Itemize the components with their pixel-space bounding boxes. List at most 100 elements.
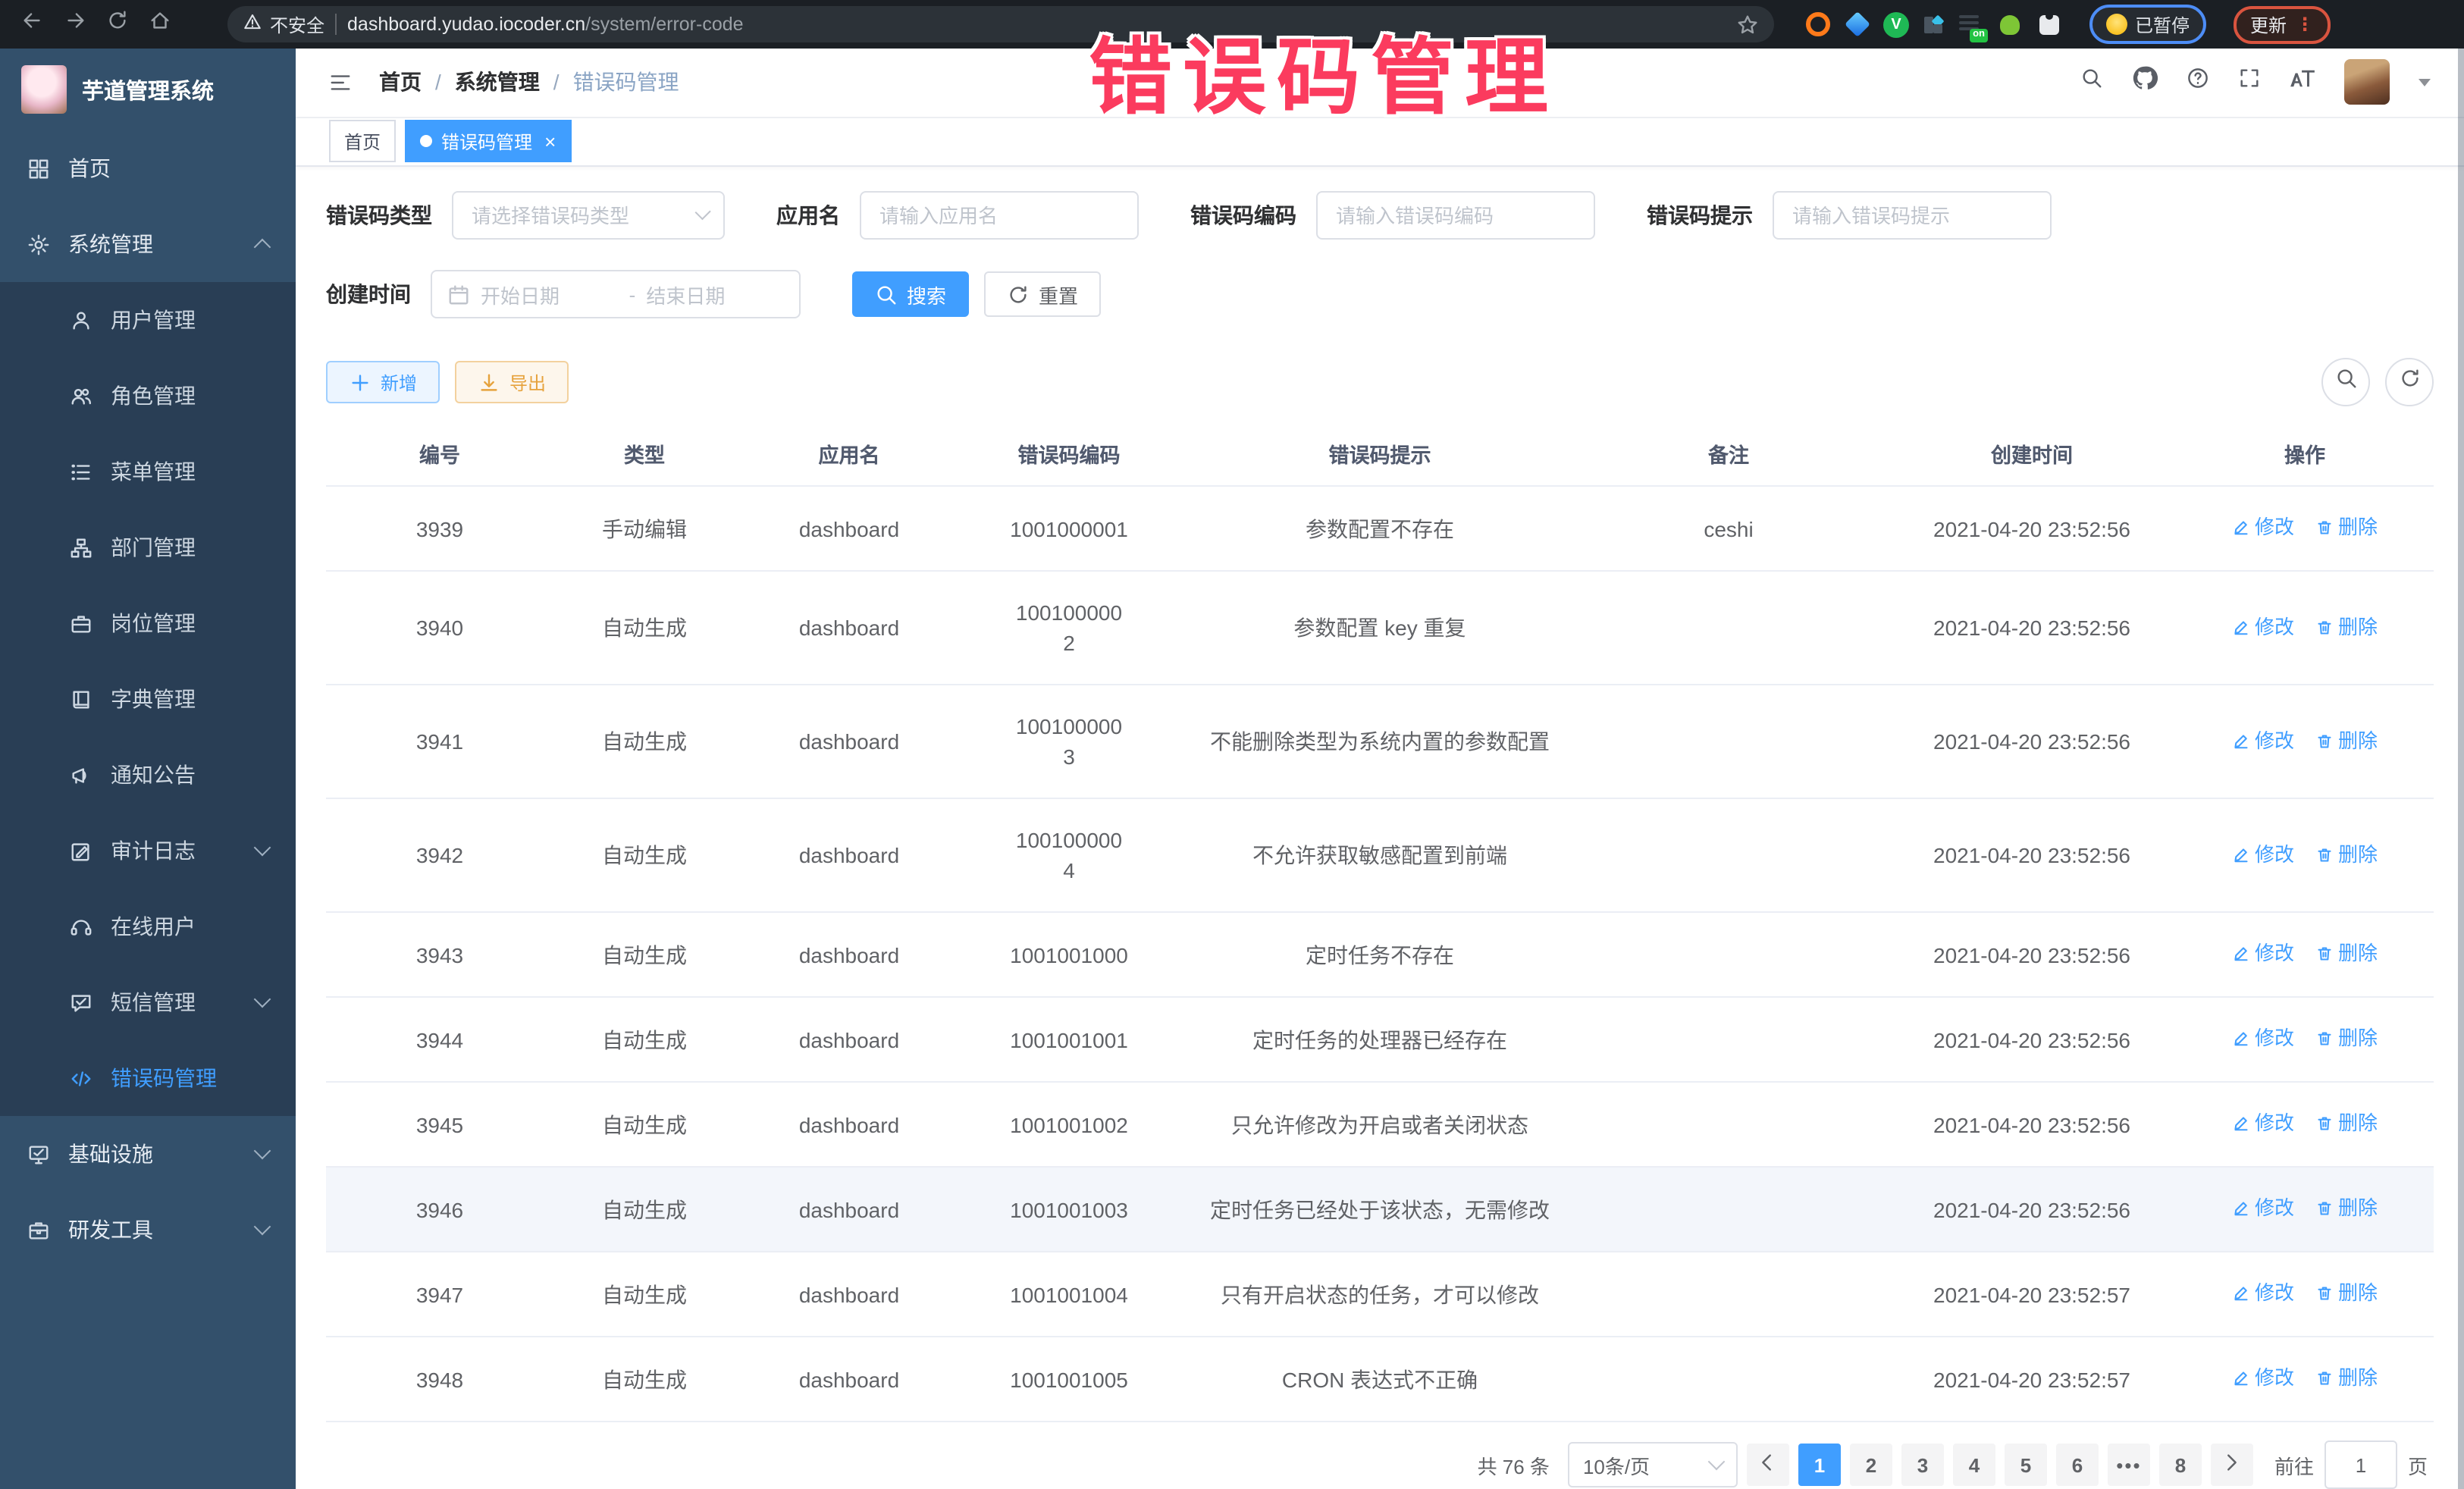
edit-link[interactable]: 修改 [2232,513,2294,543]
show-search-button[interactable] [2321,358,2370,406]
sidebar-item-11[interactable]: 短信管理 [0,964,296,1040]
blue-gem-extension-icon[interactable] [1844,11,1870,37]
sidebar-item-0[interactable]: 首页 [0,130,296,206]
sidebar-item-12[interactable]: 错误码管理 [0,1040,296,1116]
filter-input[interactable] [876,202,1122,228]
browser-reload-button[interactable] [100,8,133,41]
table-row[interactable]: 3942自动生成dashboard1001000004不允许获取敏感配置到前端2… [326,799,2434,913]
reset-button[interactable]: 重置 [984,271,1101,317]
next-page-button[interactable] [2211,1444,2253,1486]
key-extension-icon[interactable] [1997,11,2023,37]
table-row[interactable]: 3939手动编辑dashboard1001000001参数配置不存在ceshi2… [326,487,2434,572]
paused-extension-badge[interactable]: 已暂停 [2089,5,2206,44]
sidebar-item-7[interactable]: 字典管理 [0,661,296,737]
filter-input[interactable] [1333,202,1578,228]
tab-1[interactable]: 错误码管理× [405,121,571,163]
delete-link[interactable]: 删除 [2315,1363,2378,1393]
bookmark-star-icon[interactable] [1736,13,1759,36]
breadcrumb-item-0[interactable]: 首页 [379,67,422,98]
user-avatar[interactable] [2344,60,2390,105]
table-row[interactable]: 3948自动生成dashboard1001001005CRON 表达式不正确20… [326,1337,2434,1422]
caret-down-icon[interactable] [2419,79,2431,86]
kebab-menu-icon[interactable]: ⋮ [2296,14,2314,35]
sidebar-item-4[interactable]: 菜单管理 [0,434,296,509]
delete-link[interactable]: 删除 [2315,1278,2378,1309]
table-row[interactable]: 3943自动生成dashboard1001001000定时任务不存在2021-0… [326,913,2434,998]
delete-link[interactable]: 删除 [2315,1023,2378,1054]
sidebar-item-8[interactable]: 通知公告 [0,737,296,813]
app-logo[interactable]: 芋道管理系统 [0,49,296,130]
header-search-button[interactable] [2080,67,2103,98]
browser-forward-button[interactable] [58,8,91,41]
fullscreen-button[interactable] [2238,67,2261,98]
sidebar-item-1[interactable]: 系统管理 [0,206,296,282]
tab-0[interactable]: 首页 [329,121,396,163]
table-row[interactable]: 3945自动生成dashboard1001001002只允许修改为开启或者关闭状… [326,1083,2434,1168]
refresh-table-button[interactable] [2385,358,2434,406]
page-button-2[interactable]: 2 [1850,1444,1892,1486]
sidebar-item-10[interactable]: 在线用户 [0,889,296,964]
edit-link[interactable]: 修改 [2232,1193,2294,1224]
orange-ring-extension-icon[interactable] [1804,11,1830,37]
filter-select[interactable] [452,191,725,240]
help-button[interactable] [2187,67,2209,98]
list-extension-icon[interactable]: on [1958,11,1983,37]
window-scrollbar[interactable] [2458,49,2464,1489]
delete-link[interactable]: 删除 [2315,513,2378,543]
github-link[interactable] [2132,66,2158,99]
edit-link[interactable]: 修改 [2232,612,2294,642]
jump-page-input[interactable] [2324,1440,2397,1489]
sidebar-item-2[interactable]: 用户管理 [0,282,296,358]
font-size-button[interactable] [2290,68,2315,97]
delete-link[interactable]: 删除 [2315,839,2378,870]
table-row[interactable]: 3944自动生成dashboard1001001001定时任务的处理器已经存在2… [326,998,2434,1083]
edit-link[interactable]: 修改 [2232,939,2294,969]
export-button[interactable]: 导出 [455,361,569,403]
filter-input[interactable] [1789,202,2035,228]
table-row[interactable]: 3946自动生成dashboard1001001003定时任务已经处于该状态，无… [326,1168,2434,1252]
edit-link[interactable]: 修改 [2232,1363,2294,1393]
page-button-3[interactable]: 3 [1901,1444,1944,1486]
breadcrumb-item-1[interactable]: 系统管理 [455,67,540,98]
filter-select-value[interactable] [469,202,697,228]
edit-link[interactable]: 修改 [2232,1023,2294,1054]
table-row[interactable]: 3947自动生成dashboard1001001004只有开启状态的任务，才可以… [326,1252,2434,1337]
edit-link[interactable]: 修改 [2232,839,2294,870]
page-button-4[interactable]: 4 [1953,1444,1995,1486]
browser-update-button[interactable]: 更新 ⋮ [2234,5,2331,43]
browser-back-button[interactable] [15,8,49,41]
page-button-5[interactable]: 5 [2005,1444,2047,1486]
sidebar-item-5[interactable]: 部门管理 [0,509,296,585]
edit-link[interactable]: 修改 [2232,1108,2294,1139]
sidebar-item-9[interactable]: 审计日志 [0,813,296,889]
sidebar-item-14[interactable]: 研发工具 [0,1192,296,1268]
more-pages-button[interactable]: ••• [2108,1444,2150,1486]
edit-link[interactable]: 修改 [2232,726,2294,756]
page-button-6[interactable]: 6 [2056,1444,2099,1486]
edit-link[interactable]: 修改 [2232,1278,2294,1309]
table-row[interactable]: 3940自动生成dashboard1001000002参数配置 key 重复20… [326,572,2434,685]
delete-link[interactable]: 删除 [2315,1108,2378,1139]
page-button-8[interactable]: 8 [2159,1444,2202,1486]
browser-home-button[interactable] [143,8,176,41]
close-tab-icon[interactable]: × [544,132,556,152]
page-size-select[interactable]: 10条/页 [1568,1442,1738,1487]
delete-link[interactable]: 删除 [2315,726,2378,756]
collapse-sidebar-button[interactable] [329,71,352,94]
grid-extension-icon[interactable] [1923,14,1944,35]
add-button[interactable]: 新增 [326,361,440,403]
sidebar-item-6[interactable]: 岗位管理 [0,585,296,661]
table-row[interactable]: 3941自动生成dashboard1001000003不能删除类型为系统内置的参… [326,685,2434,799]
delete-link[interactable]: 删除 [2315,1193,2378,1224]
prev-page-button[interactable] [1747,1444,1789,1486]
sidebar-item-13[interactable]: 基础设施 [0,1116,296,1192]
security-chip[interactable]: 不安全 [243,11,324,37]
search-button[interactable]: 搜索 [852,271,969,317]
extensions-puzzle-icon[interactable] [2036,11,2062,37]
page-button-1[interactable]: 1 [1798,1444,1841,1486]
vue-devtools-extension-icon[interactable]: V [1883,11,1909,37]
date-range-picker[interactable]: 开始日期 - 结束日期 [431,270,801,318]
delete-link[interactable]: 删除 [2315,612,2378,642]
delete-link[interactable]: 删除 [2315,939,2378,969]
sidebar-item-3[interactable]: 角色管理 [0,358,296,434]
